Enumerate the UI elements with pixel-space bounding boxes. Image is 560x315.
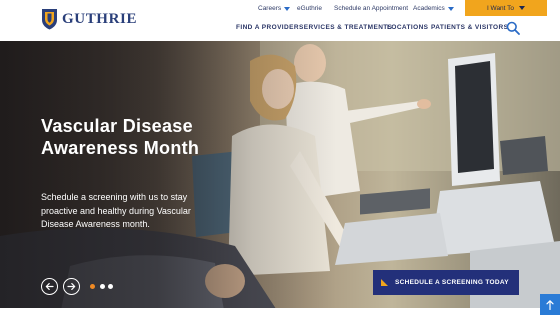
slide-dot-2[interactable] [100,284,105,289]
nav-find-provider[interactable]: FIND A PROVIDER [236,24,299,31]
i-want-to-label: I Want To [486,4,515,12]
prev-slide-button[interactable] [41,278,58,295]
main-nav: FIND A PROVIDER SERVICES & TREATMENTS LO… [0,24,560,36]
arrow-right-icon [67,283,76,290]
gold-triangle-icon [381,279,388,286]
careers-label: Careers [258,5,282,12]
careers-link[interactable]: Careers [258,5,291,12]
caret-down-icon [447,6,454,11]
i-want-to-button[interactable]: I Want To [465,0,547,16]
utility-nav: Careers eGuthrie Schedule an Appointment… [0,0,560,17]
academics-link[interactable]: Academics [413,5,454,12]
slide-dot-3[interactable] [108,284,113,289]
schedule-appointment-link[interactable]: Schedule an Appointment [334,5,408,12]
search-icon[interactable] [506,21,520,35]
scroll-to-top-button[interactable] [540,294,560,315]
arrow-left-icon [45,283,54,290]
schedule-screening-label: SCHEDULE A SCREENING TODAY [395,279,509,286]
nav-patients-visitors[interactable]: PATIENTS & VISITORS [431,24,508,31]
caret-down-icon [284,6,291,11]
hero-subtitle: Schedule a screening with us to stay pro… [41,192,191,229]
academics-label: Academics [413,5,445,12]
schedule-appointment-label: Schedule an Appointment [334,5,409,12]
site-header: GUTHRIE Careers eGuthrie Schedule an App… [0,0,560,41]
schedule-screening-button[interactable]: SCHEDULE A SCREENING TODAY [373,270,519,295]
caret-down-icon [519,6,526,10]
hero-banner: Vascular Disease Awareness Month Schedul… [0,41,560,315]
slide-dot-1-active[interactable] [90,284,95,289]
content-edge [0,308,560,315]
arrow-up-icon [546,299,554,310]
eguthrie-link[interactable]: eGuthrie [297,5,322,12]
next-slide-button[interactable] [63,278,80,295]
eguthrie-label: eGuthrie [297,5,322,12]
nav-locations[interactable]: LOCATIONS [387,24,428,31]
hero-title: Vascular Disease Awareness Month [41,116,200,158]
nav-services-treatments[interactable]: SERVICES & TREATMENTS [299,24,392,31]
